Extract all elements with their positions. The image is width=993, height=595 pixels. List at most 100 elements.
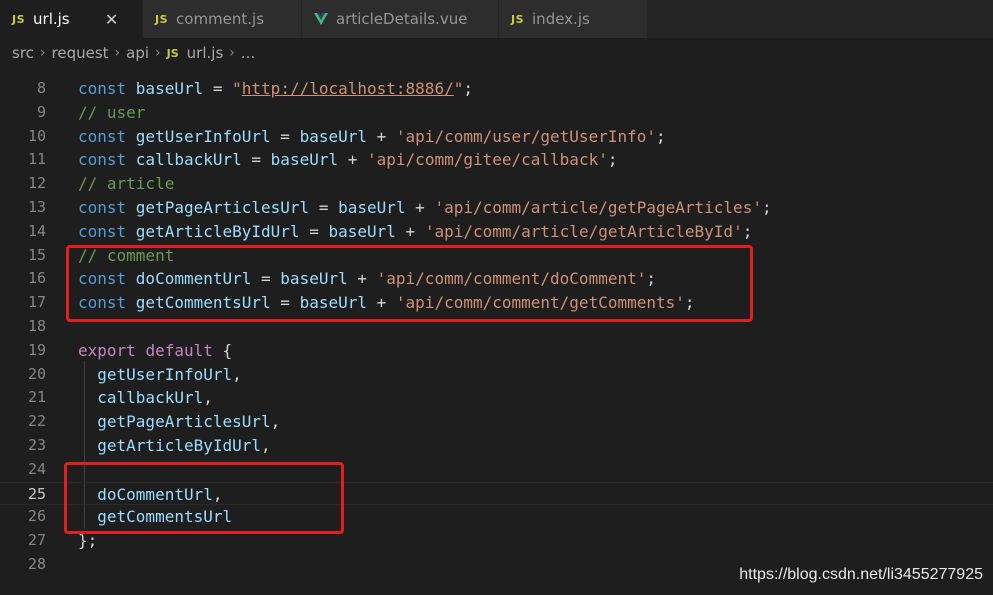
code-text: const getUserInfoUrl = baseUrl + 'api/co… — [78, 125, 666, 149]
code-token: default — [145, 340, 223, 360]
code-token: baseUrl — [135, 79, 204, 98]
code-token: ; — [761, 198, 772, 217]
tab-label: index.js — [532, 10, 590, 28]
code-token: , — [203, 388, 213, 408]
code-text: const getPageArticlesUrl = baseUrl + 'ap… — [78, 196, 772, 220]
js-icon: JS — [155, 12, 169, 26]
tab-url-js[interactable]: JS url.js ✕ — [0, 0, 143, 38]
code-token: const — [78, 150, 136, 170]
code-token: { — [222, 340, 233, 360]
code-token: + — [405, 198, 435, 217]
code-token: + — [367, 126, 396, 146]
code-text: const callbackUrl = baseUrl + 'api/comm/… — [78, 148, 617, 172]
code-token: baseUrl — [328, 221, 396, 241]
code-line[interactable]: 21 callbackUrl, — [0, 386, 993, 410]
code-token: const — [78, 198, 136, 217]
line-number: 19 — [27, 340, 46, 359]
code-token: = — [309, 198, 339, 217]
line-number: 15 — [27, 245, 46, 264]
code-text: // article — [78, 172, 174, 196]
line-number: 26 — [27, 507, 46, 526]
code-token: 'api/comm/gitee/callback' — [367, 150, 608, 170]
code-token: getArticleByIdUrl — [97, 436, 262, 455]
code-token: 'api/comm/article/getArticleById' — [424, 221, 743, 241]
line-number: 25 — [27, 484, 46, 503]
code-token: // user — [78, 102, 146, 122]
watermark: https://blog.csdn.net/li3455277925 — [739, 566, 983, 583]
line-number: 8 — [36, 79, 46, 97]
highlight-box-comment-constants — [66, 245, 753, 322]
line-number: 16 — [27, 269, 46, 288]
code-token: const — [78, 221, 136, 241]
code-token: baseUrl — [338, 198, 406, 217]
code-line[interactable]: 13 const getPageArticlesUrl = baseUrl + '… — [0, 196, 993, 220]
highlight-box-comment-exports — [64, 462, 344, 534]
code-text: getPageArticlesUrl, — [78, 410, 280, 434]
code-token: 'api/comm/user/getUserInfo' — [395, 126, 656, 146]
chevron-right-icon: › — [39, 45, 46, 61]
code-token: , — [270, 412, 281, 432]
code-token: callbackUrl — [135, 150, 242, 170]
code-token: " — [232, 79, 242, 98]
code-token: = — [299, 221, 329, 241]
code-token: , — [261, 436, 271, 455]
code-text: getUserInfoUrl, — [78, 363, 242, 387]
code-token: = — [241, 150, 271, 170]
code-text: // user — [78, 101, 145, 125]
line-number: 23 — [27, 436, 46, 454]
code-token: getUserInfoUrl — [97, 364, 233, 384]
code-token: http://localhost:8886/ — [241, 79, 454, 98]
line-number: 9 — [36, 102, 46, 121]
code-token: callbackUrl — [97, 388, 204, 408]
js-icon: JS — [12, 12, 26, 26]
code-token: + — [395, 221, 425, 241]
tab-label: articleDetails.vue — [336, 10, 468, 28]
code-line[interactable]: 14 const getArticleByIdUrl = baseUrl + 'a… — [0, 220, 993, 244]
line-number: 28 — [27, 555, 46, 573]
chevron-right-icon: › — [229, 45, 235, 61]
code-line[interactable]: 8 const baseUrl = "http://localhost:8886/… — [0, 77, 993, 101]
tab-index-js[interactable]: JS index.js — [499, 0, 648, 38]
line-number: 13 — [27, 198, 46, 216]
code-token: export — [78, 340, 146, 360]
line-number: 12 — [27, 174, 46, 193]
chevron-right-icon: › — [155, 45, 161, 61]
code-token: ; — [742, 221, 753, 241]
code-token: " — [453, 79, 464, 98]
line-number: 20 — [27, 364, 46, 383]
code-token: , — [232, 364, 242, 384]
line-number: 27 — [27, 531, 46, 550]
line-number: 10 — [27, 126, 46, 145]
line-number: 14 — [27, 221, 46, 240]
code-line[interactable]: 19 export default { — [0, 339, 993, 363]
code-token: ; — [656, 126, 666, 146]
code-line[interactable]: 20 getUserInfoUrl, — [0, 363, 993, 387]
code-token: getArticleByIdUrl — [135, 221, 300, 241]
editor-tab-bar: JS url.js ✕ JS comment.js articleDetails… — [0, 0, 993, 38]
code-token: getPageArticlesUrl — [97, 412, 271, 432]
tab-article-details-vue[interactable]: articleDetails.vue — [302, 0, 499, 38]
code-text: export default { — [78, 339, 232, 363]
tab-comment-js[interactable]: JS comment.js — [143, 0, 302, 38]
vue-icon — [314, 13, 328, 25]
code-line[interactable]: 23 getArticleByIdUrl, — [0, 434, 993, 458]
code-line[interactable]: 10 const getUserInfoUrl = baseUrl + 'api/… — [0, 125, 993, 149]
code-text: const baseUrl = "http://localhost:8886/"… — [78, 77, 473, 101]
code-token: ; — [607, 150, 618, 170]
code-text: callbackUrl, — [78, 386, 213, 410]
code-line[interactable]: 22 getPageArticlesUrl, — [0, 410, 993, 434]
code-token: baseUrl — [299, 126, 367, 146]
line-number: 24 — [27, 459, 46, 478]
close-icon[interactable]: ✕ — [104, 10, 120, 29]
code-text: getArticleByIdUrl, — [78, 434, 271, 458]
code-token: baseUrl — [270, 150, 339, 170]
code-line[interactable]: 9 // user — [0, 101, 993, 125]
line-number: 21 — [27, 388, 46, 407]
code-line[interactable]: 11 const callbackUrl = baseUrl + 'api/com… — [0, 148, 993, 172]
code-line[interactable]: 12 // article — [0, 172, 993, 196]
chevron-right-icon: › — [114, 45, 121, 61]
